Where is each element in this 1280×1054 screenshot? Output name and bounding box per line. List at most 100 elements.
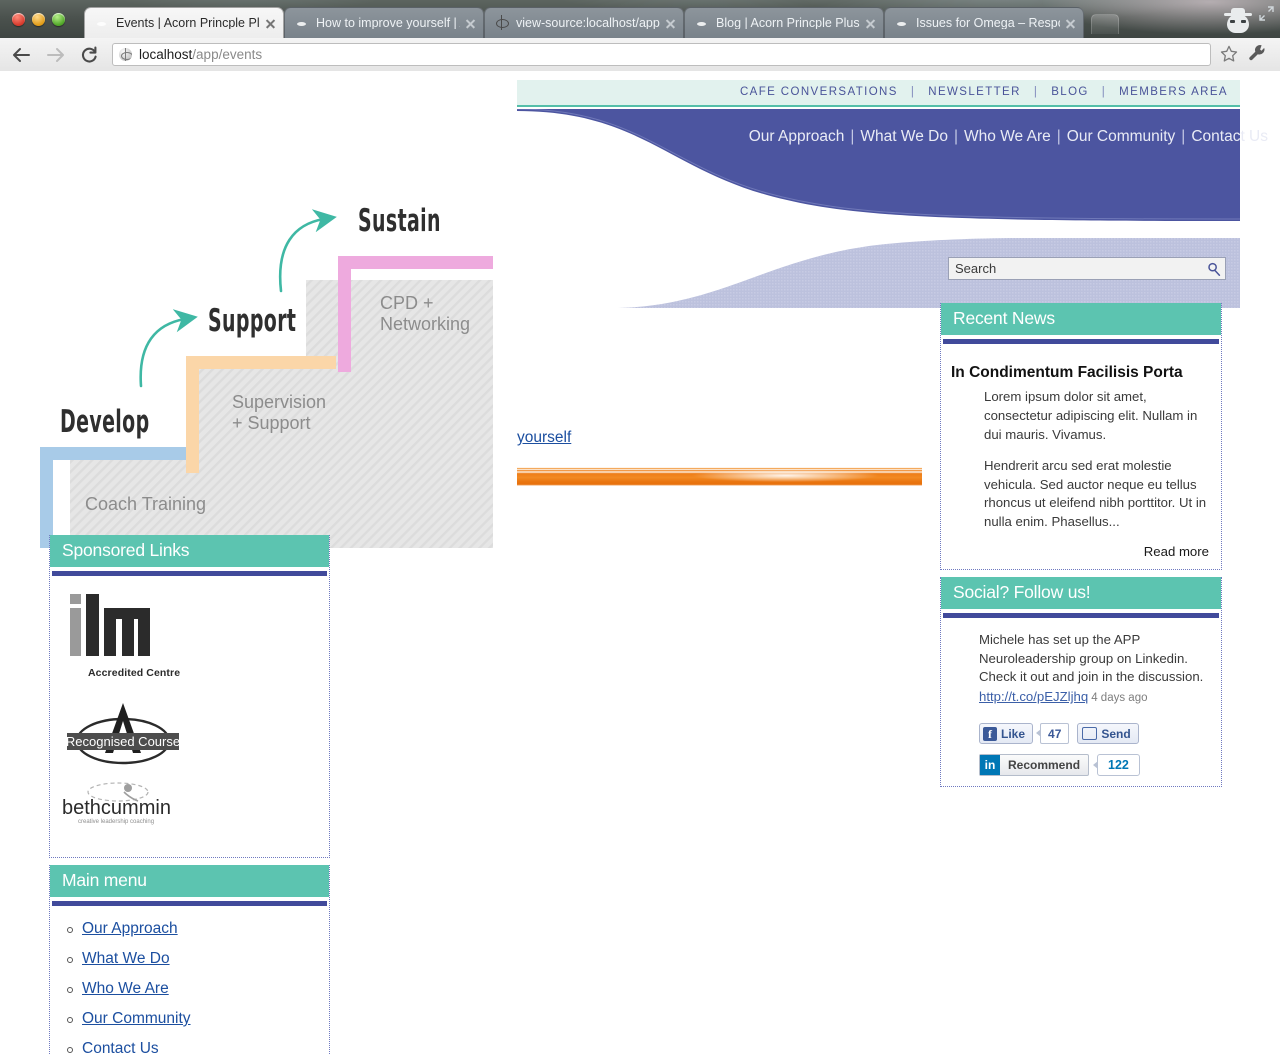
sponsor-logo-bethcumming[interactable]: bethcumming creative leadership coaching: [60, 778, 329, 831]
nav-contact-us[interactable]: Contact Us: [1191, 128, 1268, 145]
close-icon[interactable]: [1064, 17, 1077, 30]
nav-who-we-are[interactable]: Who We Are: [964, 128, 1051, 145]
browser-tab-4[interactable]: Blog | Acorn Princple Plus: [684, 7, 884, 38]
main-menu-item-what-we-do[interactable]: What We Do: [66, 950, 329, 968]
read-more-link[interactable]: Read more: [951, 544, 1211, 559]
bookmark-star-icon[interactable]: [1219, 44, 1241, 66]
nav-separator: |: [850, 128, 855, 145]
sponsor-logo-list: Accredited Centre Recognised Course beth…: [50, 576, 329, 831]
search-input[interactable]: [949, 258, 1203, 279]
utility-link-members-area[interactable]: MEMBERS AREA: [1119, 86, 1228, 98]
main-menu-item-our-community[interactable]: Our Community: [66, 1010, 329, 1028]
search-icon[interactable]: [1203, 262, 1225, 276]
close-icon[interactable]: [464, 17, 477, 30]
linkedin-recommend-button[interactable]: in Recommend: [979, 754, 1090, 777]
sponsor-logo-ilm-caption: Accredited Centre: [88, 667, 181, 679]
nav-what-we-do[interactable]: What We Do: [860, 128, 948, 145]
linkedin-icon: in: [980, 755, 1000, 776]
search-box[interactable]: [948, 257, 1226, 280]
main-menu-link[interactable]: What We Do: [82, 950, 170, 967]
svg-text:Develop: Develop: [60, 404, 150, 440]
facebook-buttons-row: f Like 47 Send: [979, 723, 1217, 745]
utility-separator: |: [1033, 86, 1039, 98]
svg-text:+ Support: + Support: [232, 413, 311, 433]
utility-link-cafe-conversations[interactable]: CAFE CONVERSATIONS: [740, 86, 898, 98]
news-paragraph: Hendrerit arcu sed erat molestie vehicul…: [984, 457, 1207, 530]
window-controls[interactable]: [12, 13, 65, 26]
drupal-drop-icon: [694, 15, 710, 31]
browser-tab-1[interactable]: Events | Acorn Princple Plus: [84, 7, 284, 38]
tweet-link[interactable]: http://t.co/pEJZljhq: [979, 689, 1088, 704]
nav-separator: |: [1056, 128, 1061, 145]
minimize-window-button[interactable]: [32, 13, 45, 26]
facebook-send-label: Send: [1101, 726, 1131, 741]
browser-chrome: Events | Acorn Princple Plus How to impr…: [0, 0, 1280, 72]
recent-news-block: Recent News In Condimentum Facilisis Por…: [940, 303, 1222, 571]
social-tweet-meta: http://t.co/pEJZljhq 4 days ago: [979, 688, 1217, 706]
browser-toolbar: localhost/app/events: [0, 38, 1280, 72]
sponsored-links-inner: Sponsored Links Accredited Centre Recogn…: [49, 535, 330, 858]
main-menu-link[interactable]: Who We Are: [82, 980, 169, 997]
svg-text:bethcumming: bethcumming: [62, 797, 170, 819]
facebook-like-button[interactable]: f Like: [979, 723, 1034, 745]
recent-news-title: Recent News: [941, 303, 1221, 335]
main-menu-link[interactable]: Our Approach: [82, 920, 178, 937]
social-title: Social? Follow us!: [941, 577, 1221, 609]
utility-separator: |: [910, 86, 916, 98]
main-menu-link[interactable]: Contact Us: [82, 1040, 159, 1054]
svg-text:Recognised Course: Recognised Course: [66, 734, 180, 749]
browser-tab-3[interactable]: view-source:localhost/app/e: [484, 7, 684, 38]
svg-text:CPD +: CPD +: [380, 293, 434, 313]
utility-link-newsletter[interactable]: NEWSLETTER: [928, 86, 1021, 98]
address-bar[interactable]: localhost/app/events: [112, 43, 1211, 66]
title-underline-rule: [52, 901, 327, 906]
facebook-like-label: Like: [1001, 726, 1026, 741]
social-block: Social? Follow us! Michele has set up th…: [940, 577, 1222, 788]
fullscreen-icon[interactable]: [1259, 6, 1274, 21]
utility-link-blog[interactable]: BLOG: [1051, 86, 1089, 98]
nav-our-community[interactable]: Our Community: [1067, 128, 1176, 145]
news-item-title: In Condimentum Facilisis Porta: [951, 364, 1183, 381]
linkedin-recommend-count: 122: [1093, 754, 1140, 777]
svg-text:Coach Training: Coach Training: [85, 494, 206, 514]
browser-tab-2[interactable]: How to improve yourself | Ac: [284, 7, 484, 38]
sponsor-logo-ilm[interactable]: Accredited Centre: [70, 594, 329, 679]
utility-nav: CAFE CONVERSATIONS | NEWSLETTER | BLOG |…: [740, 86, 1228, 98]
incognito-icon: [1222, 5, 1254, 35]
drupal-drop-icon: [294, 15, 310, 31]
sponsored-links-block: Sponsored Links Accredited Centre Recogn…: [49, 535, 330, 858]
main-menu-title: Main menu: [50, 865, 329, 897]
facebook-icon: f: [983, 726, 997, 741]
main-menu-item-our-approach[interactable]: Our Approach: [66, 920, 329, 938]
facebook-send-button[interactable]: Send: [1077, 723, 1139, 745]
back-button[interactable]: [8, 42, 34, 68]
close-icon[interactable]: [264, 17, 277, 30]
browser-tab-5[interactable]: Issues for Omega – Responsi: [884, 7, 1084, 38]
tab-title: Issues for Omega – Responsi: [916, 16, 1060, 30]
main-menu-item-who-we-are[interactable]: Who We Are: [66, 980, 329, 998]
nav-our-approach[interactable]: Our Approach: [749, 128, 845, 145]
forward-button[interactable]: [42, 42, 68, 68]
url-host: localhost: [139, 47, 193, 62]
close-icon[interactable]: [664, 17, 677, 30]
svg-text:Networking: Networking: [380, 314, 470, 334]
utility-separator: |: [1101, 86, 1107, 98]
page-info-icon[interactable]: [119, 48, 132, 61]
close-icon[interactable]: [864, 17, 877, 30]
svg-text:Support: Support: [208, 303, 296, 339]
maximize-window-button[interactable]: [52, 13, 65, 26]
tweet-timestamp: 4 days ago: [1091, 692, 1148, 705]
social-tweet-text: Michele has set up the APP Neuroleadersh…: [979, 632, 1204, 685]
develop-support-sustain-diagram: Develop Support Sustain Coach Training S…: [38, 176, 493, 548]
new-tab-button[interactable]: [1091, 14, 1119, 34]
url-path: /app/events: [192, 47, 263, 62]
article-link[interactable]: yourself: [517, 429, 571, 447]
close-window-button[interactable]: [12, 13, 25, 26]
reload-button[interactable]: [76, 42, 102, 68]
main-menu-link[interactable]: Our Community: [82, 1010, 191, 1027]
svg-text:creative leadership coaching: creative leadership coaching: [78, 819, 154, 825]
globe-icon: [494, 15, 510, 31]
main-menu-item-contact-us[interactable]: Contact Us: [66, 1040, 329, 1054]
browser-menu-wrench-icon[interactable]: [1247, 43, 1271, 67]
sponsor-logo-association-for-coaching[interactable]: Recognised Course: [65, 697, 329, 776]
